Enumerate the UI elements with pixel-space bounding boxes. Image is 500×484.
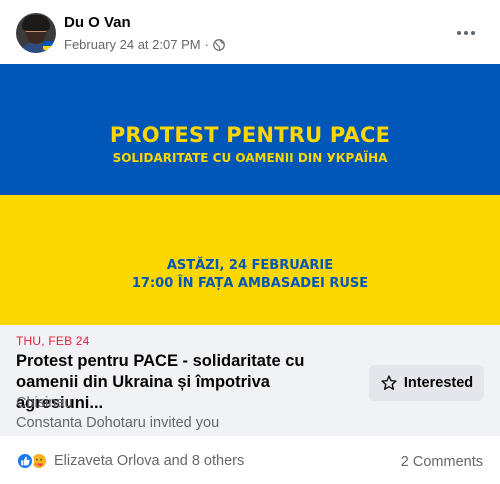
post-timestamp[interactable]: February 24 at 2:07 PM	[64, 37, 201, 52]
more-options-button[interactable]	[448, 17, 484, 49]
comments-count-link[interactable]: 2 Comments	[401, 454, 483, 470]
banner-subtitle: SOLIDARITATE CU OAMENII DIN УКРАЇНА	[112, 151, 388, 165]
banner-place: 17:00 ÎN FAȚA AMBASADEI RUSE	[131, 276, 369, 291]
post-header: Du O Van February 24 at 2:07 PM ·	[0, 0, 500, 64]
reactions-summary[interactable]: Elizaveta Orlova and 8 others	[16, 452, 244, 470]
post-footer: Elizaveta Orlova and 8 others 2 Comments	[0, 436, 500, 484]
globe-icon[interactable]	[213, 38, 225, 51]
more-horizontal-icon	[457, 31, 461, 35]
ukraine-flag-icon	[43, 41, 55, 50]
event-date: THU, FEB 24	[16, 334, 90, 348]
event-details: THU, FEB 24 Protest pentru PACE - solida…	[0, 325, 500, 436]
meta-separator: ·	[204, 37, 209, 52]
event-location: Chisinau	[16, 395, 73, 411]
interested-label: Interested	[403, 375, 474, 391]
author-name[interactable]: Du O Van	[64, 14, 131, 31]
star-outline-icon	[381, 375, 397, 390]
post-meta: February 24 at 2:07 PM ·	[64, 37, 225, 52]
banner-title: PROTEST PENTRU PACE	[109, 123, 391, 147]
event-post-card: Du O Van February 24 at 2:07 PM · PROTES…	[0, 0, 500, 484]
interested-button[interactable]: Interested	[369, 365, 484, 401]
author-avatar[interactable]	[16, 13, 56, 53]
event-cover-image[interactable]: PROTEST PENTRU PACE SOLIDARITATE CU OAME…	[0, 64, 500, 325]
event-invite-text: Constanta Dohotaru invited you	[16, 415, 220, 431]
banner-date: ASTĂZI, 24 FEBRUARIE	[166, 258, 334, 273]
reactors-text: Elizaveta Orlova and 8 others	[54, 453, 245, 469]
like-reaction-icon	[16, 452, 34, 470]
